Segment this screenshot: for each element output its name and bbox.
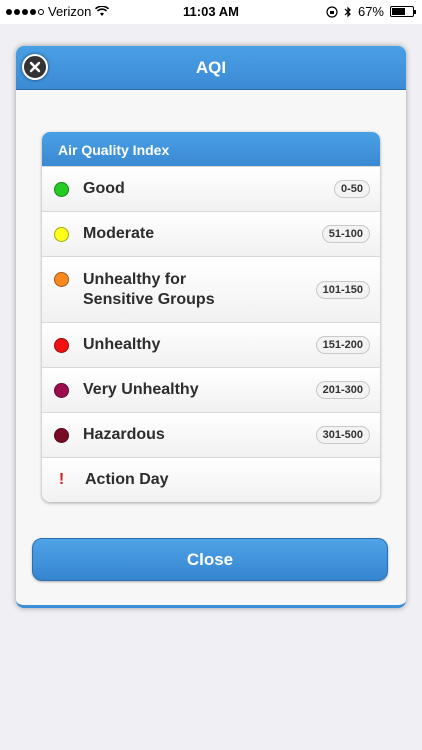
aqi-range-badge: 151-200 (315, 336, 370, 354)
dialog-header: AQI (16, 46, 406, 90)
aqi-row-label: Unhealthy (83, 336, 161, 353)
exclamation-icon: ! (58, 471, 65, 488)
hazardous-color-dot (54, 427, 69, 443)
aqi-range-badge: 0-50 (333, 180, 370, 198)
good-color-dot (54, 181, 69, 197)
aqi-row-action-day: ! Action Day (42, 457, 380, 502)
aqi-range-badge: 201-300 (315, 381, 370, 399)
aqi-row-unhealthy-sensitive: Unhealthy for Sensitive Groups 101-150 (42, 256, 380, 322)
very-unhealthy-color-dot (54, 382, 69, 398)
battery-fill (392, 8, 406, 15)
aqi-row-good: Good 0-50 (42, 166, 380, 211)
aqi-row-label-line1: Unhealthy for (83, 270, 187, 288)
aqi-row-label: Very Unhealthy (83, 381, 199, 398)
bluetooth-icon (344, 6, 351, 17)
aqi-range-badge: 51-100 (321, 225, 370, 243)
aqi-row-label: Hazardous (83, 426, 165, 443)
aqi-legend-card: Air Quality Index Good 0-50 Moderate 51-… (42, 132, 380, 502)
dialog-title: AQI (195, 58, 227, 77)
aqi-range-badge: 101-150 (315, 280, 370, 299)
unhealthy-color-dot (54, 337, 69, 353)
close-button[interactable]: Close (32, 538, 388, 581)
aqi-row-label: Unhealthy for Sensitive Groups (83, 270, 316, 310)
status-icons: 67% (326, 4, 416, 19)
status-bar: Verizon 11:03 AM 67% (0, 0, 422, 24)
battery-icon (390, 6, 416, 17)
aqi-row-label: Good (83, 180, 125, 197)
unhealthy-sensitive-color-dot (54, 272, 69, 287)
aqi-row-unhealthy: Unhealthy 151-200 (42, 322, 380, 367)
aqi-row-moderate: Moderate 51-100 (42, 211, 380, 256)
aqi-dialog: AQI Air Quality Index Good 0-50 Moderate… (16, 46, 406, 608)
rotation-lock-icon (326, 5, 338, 18)
aqi-row-very-unhealthy: Very Unhealthy 201-300 (42, 367, 380, 412)
aqi-row-label: Moderate (83, 225, 155, 242)
moderate-color-dot (54, 226, 69, 242)
aqi-range-badge: 301-500 (315, 426, 370, 444)
battery-percent: 67% (357, 4, 384, 19)
aqi-row-label: Action Day (85, 471, 169, 488)
aqi-row-label-line2: Sensitive Groups (83, 290, 215, 308)
aqi-legend-header: Air Quality Index (42, 132, 380, 166)
aqi-row-hazardous: Hazardous 301-500 (42, 412, 380, 457)
